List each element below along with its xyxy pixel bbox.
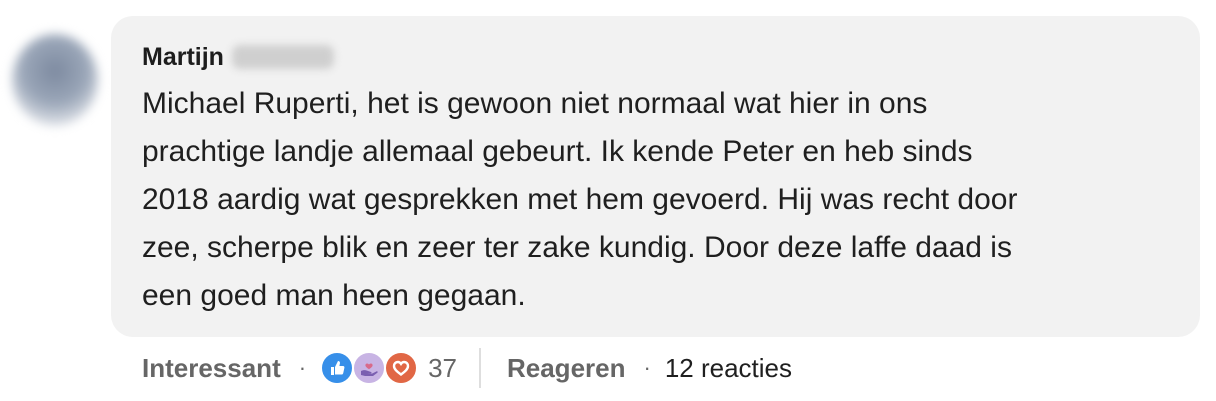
avatar[interactable]	[12, 34, 98, 126]
reply-button[interactable]: Reageren	[507, 353, 626, 384]
comment-author: Martijn	[142, 40, 334, 74]
comment-text-line: 2018 aardig wat gesprekken met hem gevoe…	[142, 183, 1018, 216]
divider	[478, 348, 481, 388]
comment-text-line: een goed man heen gegaan.	[142, 279, 526, 312]
comment-text-line: Michael Ruperti, het is gewoon niet norm…	[142, 87, 928, 120]
love-icon	[384, 351, 419, 385]
replies-count-link[interactable]: 12 reacties	[665, 353, 792, 384]
comment-text-line: zee, scherpe blik en zeer ter zake kundi…	[142, 231, 1012, 264]
react-button[interactable]: Interessant	[142, 353, 281, 384]
comment-text: Michael Ruperti, het is gewoon niet norm…	[142, 80, 1172, 320]
support-icon	[352, 351, 387, 385]
separator-dot: ·	[643, 355, 651, 380]
separator-dot: ·	[298, 355, 307, 380]
comment-text-line: prachtige landje allemaal gebeurt. Ik ke…	[142, 135, 973, 168]
like-icon	[320, 351, 355, 385]
author-name[interactable]: Martijn	[142, 43, 224, 72]
reactions-summary[interactable]: 37	[320, 351, 457, 385]
reaction-count: 37	[428, 352, 457, 383]
author-surname-redacted	[231, 45, 334, 69]
comment-actions: Interessant · 37 Reageren · 12 reacties	[142, 346, 792, 390]
